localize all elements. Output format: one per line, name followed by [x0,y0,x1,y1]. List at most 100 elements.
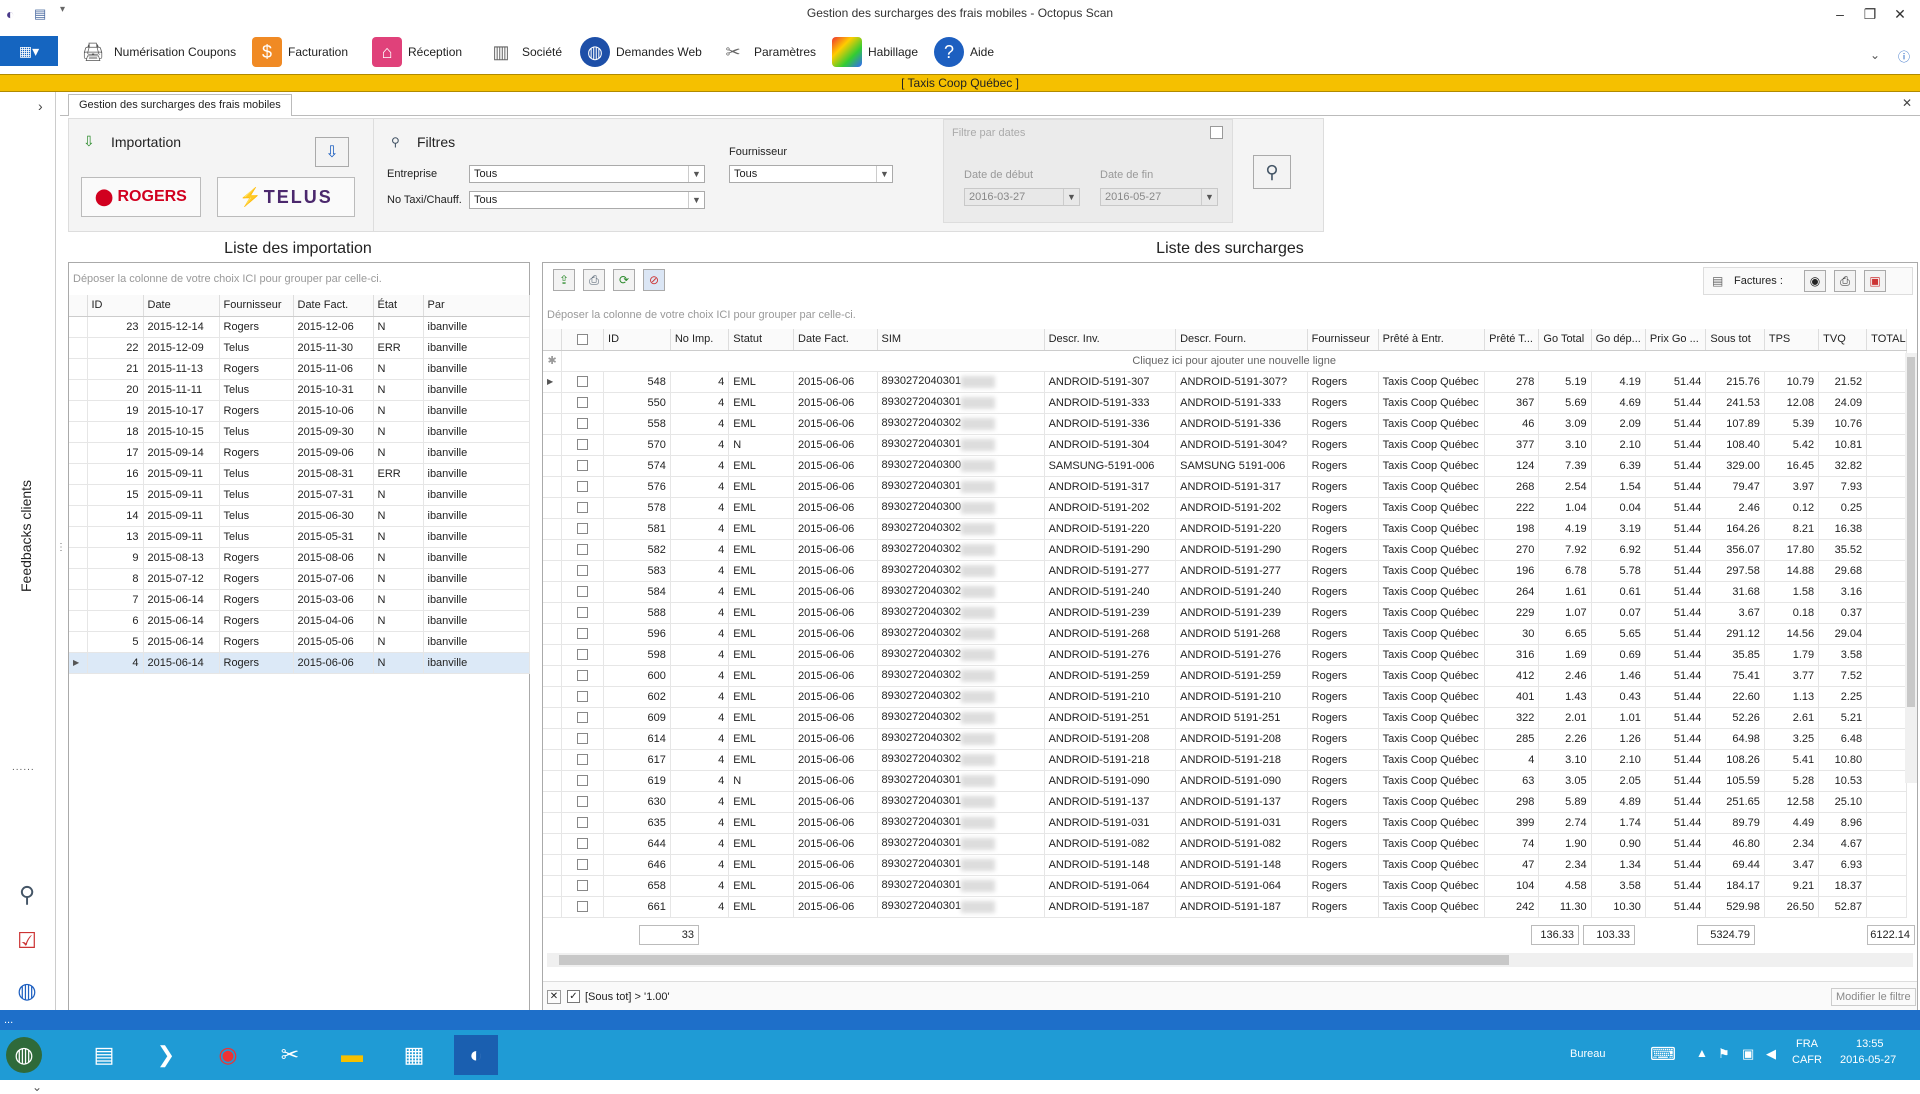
row-checkbox[interactable] [561,896,605,918]
column-header[interactable]: Prêté T... [1484,329,1540,351]
table-row[interactable]: 582 4 EML 2015-06-06 8930272040302 ANDROID-51… [543,539,1907,561]
checklist-icon[interactable]: ☑ [10,924,44,958]
search-filter-button[interactable]: ⚲ [1253,155,1291,189]
restore-button[interactable]: ❐ [1856,4,1884,24]
clock-time[interactable]: 13:55 [1856,1038,1884,1050]
taskbar-app-tools[interactable]: ✂ [268,1035,312,1075]
ribbon-habillage[interactable]: Habillage [832,36,918,68]
sidebar-scroll-down-icon[interactable]: ⌄ [32,1080,42,1094]
pdf-invoice-button[interactable]: ▣ [1864,270,1886,292]
row-checkbox[interactable] [561,854,605,876]
table-row[interactable]: 18 2015-10-15 Telus 2015-09-30 Nibanville [69,421,530,443]
taskbar-octopus-scan[interactable]: ◐ [454,1035,498,1075]
row-checkbox[interactable] [561,560,605,582]
table-row[interactable]: 596 4 EML 2015-06-06 8930272040302 ANDROID-51… [543,623,1907,645]
table-row[interactable]: 19 2015-10-17 Rogers 2015-10-06 Nibanville [69,400,530,422]
table-row[interactable]: ▶ 4 2015-06-14 Rogers 2015-06-06 Nibanville [69,652,530,674]
ribbon-parametres[interactable]: ✂ Paramètres [718,36,816,68]
row-checkbox[interactable] [561,476,605,498]
column-header[interactable]: Sous tot [1705,329,1765,351]
column-header[interactable]: TOTAL [1866,329,1907,351]
row-checkbox[interactable] [561,413,605,435]
table-row[interactable]: 9 2015-08-13 Rogers 2015-08-06 Nibanville [69,547,530,569]
date-fin-input[interactable]: 2016-05-27 ▼ [1100,188,1218,206]
row-checkbox[interactable] [561,833,605,855]
feedbacks-clients-label[interactable]: Feedbacks clients [18,480,34,592]
column-header[interactable]: TVQ [1818,329,1868,351]
app-menu-button[interactable]: ▦▾ [0,36,58,66]
taxi-select[interactable]: Tous ▼ [469,191,705,209]
close-tab-icon[interactable]: ✕ [1902,96,1912,110]
column-header[interactable]: Date Fact. [293,295,374,317]
keyboard-layout[interactable]: CAFR [1792,1054,1822,1066]
table-row[interactable]: 661 4 EML 2015-06-06 8930272040301 ANDROID-51… [543,896,1907,918]
row-checkbox[interactable] [561,644,605,666]
table-row[interactable]: 8 2015-07-12 Rogers 2015-07-06 Nibanville [69,568,530,590]
row-checkbox[interactable] [561,770,605,792]
table-row[interactable]: 635 4 EML 2015-06-06 8930272040301 ANDROID-51… [543,812,1907,834]
fournisseur-select[interactable]: Tous ▼ [729,165,893,183]
taskbar-app-scanner[interactable]: ▤ [82,1035,126,1075]
table-row[interactable]: 644 4 EML 2015-06-06 8930272040301 ANDROID-51… [543,833,1907,855]
row-checkbox[interactable] [561,728,605,750]
column-header[interactable]: Par [423,295,530,317]
row-checkbox[interactable] [561,707,605,729]
clock-date[interactable]: 2016-05-27 [1840,1054,1896,1066]
tab-surcharges[interactable]: Gestion des surcharges des frais mobiles [68,94,292,116]
table-row[interactable]: 614 4 EML 2015-06-06 8930272040302 ANDROID-51… [543,728,1907,750]
telus-logo-button[interactable]: ⚡ TELUS [217,177,355,217]
print-button[interactable]: ⎙ [583,269,605,291]
table-row[interactable]: 558 4 EML 2015-06-06 8930272040302 ANDROID-51… [543,413,1907,435]
column-header[interactable]: SIM [877,329,1045,351]
column-header[interactable]: Descr. Fourn. [1175,329,1308,351]
table-row[interactable]: 14 2015-09-11 Telus 2015-06-30 Nibanville [69,505,530,527]
volume-icon[interactable]: ◀ [1766,1046,1776,1062]
table-row[interactable]: ▶ 548 4 EML 2015-06-06 8930272040301 ANDROID-5… [543,371,1907,393]
column-header[interactable]: Prix Go ... [1645,329,1707,351]
column-header[interactable]: Go dép... [1591,329,1646,351]
column-header[interactable]: TPS [1764,329,1820,351]
column-header[interactable]: Fournisseur [1307,329,1379,351]
table-row[interactable]: 17 2015-09-14 Rogers 2015-09-06 Nibanville [69,442,530,464]
start-button[interactable]: ◍ [6,1037,42,1073]
table-row[interactable]: 584 4 EML 2015-06-06 8930272040302 ANDROID-51… [543,581,1907,603]
close-window-button[interactable]: ✕ [1886,4,1914,24]
table-row[interactable]: 646 4 EML 2015-06-06 8930272040301 ANDROID-51… [543,854,1907,876]
splitter-handle[interactable]: ⋮ [56,542,66,553]
date-filter-checkbox[interactable] [1210,126,1223,139]
table-row[interactable]: 16 2015-09-11 Telus 2015-08-31 ERR ibanville [69,463,530,485]
row-checkbox[interactable] [561,497,605,519]
row-checkbox[interactable] [561,434,605,456]
ribbon-facturation[interactable]: $ Facturation [252,36,348,68]
table-row[interactable]: 658 4 EML 2015-06-06 8930272040301 ANDROID-51… [543,875,1907,897]
column-header[interactable]: Prêté à Entr. [1378,329,1486,351]
select-all-checkbox[interactable] [561,329,605,351]
row-checkbox[interactable] [561,791,605,813]
entreprise-select[interactable]: Tous ▼ [469,165,705,183]
rogers-logo-button[interactable]: ⬤ ROGERS [81,177,201,217]
filter-text[interactable]: [Sous tot] > '1.00' [585,991,670,1003]
table-row[interactable]: 598 4 EML 2015-06-06 8930272040302 ANDROID-51… [543,644,1907,666]
column-header[interactable]: No Imp. [670,329,730,351]
tray-expand-icon[interactable]: ▲ [1696,1046,1708,1060]
table-row[interactable]: 630 4 EML 2015-06-06 8930272040301 ANDROID-51… [543,791,1907,813]
table-row[interactable]: 13 2015-09-11 Telus 2015-05-31 Nibanville [69,526,530,548]
table-row[interactable]: 583 4 EML 2015-06-06 8930272040302 ANDROID-51… [543,560,1907,582]
language-indicator[interactable]: FRA [1796,1038,1818,1050]
table-row[interactable]: 5 2015-06-14 Rogers 2015-05-06 Nibanville [69,631,530,653]
row-checkbox[interactable] [561,581,605,603]
print-invoice-button[interactable]: ⎙ [1834,270,1856,292]
info-icon[interactable]: ⓘ [1898,48,1910,65]
export-button[interactable]: ⇪ [553,269,575,291]
horizontal-scrollbar[interactable] [547,953,1913,967]
table-row[interactable]: 578 4 EML 2015-06-06 8930272040300 ANDROID-51… [543,497,1907,519]
date-debut-input[interactable]: 2016-03-27 ▼ [964,188,1080,206]
modify-filter-button[interactable]: Modifier le filtre [1831,988,1916,1006]
sidebar-grip[interactable]: ...... [12,762,35,773]
table-row[interactable]: 581 4 EML 2015-06-06 8930272040302 ANDROID-51… [543,518,1907,540]
column-header[interactable]: ID [603,329,671,351]
table-row[interactable]: 609 4 EML 2015-06-06 8930272040302 ANDROID-51… [543,707,1907,729]
row-checkbox[interactable] [561,749,605,771]
chrome-icon[interactable]: ◉ [206,1035,250,1075]
column-header[interactable]: Date [143,295,220,317]
